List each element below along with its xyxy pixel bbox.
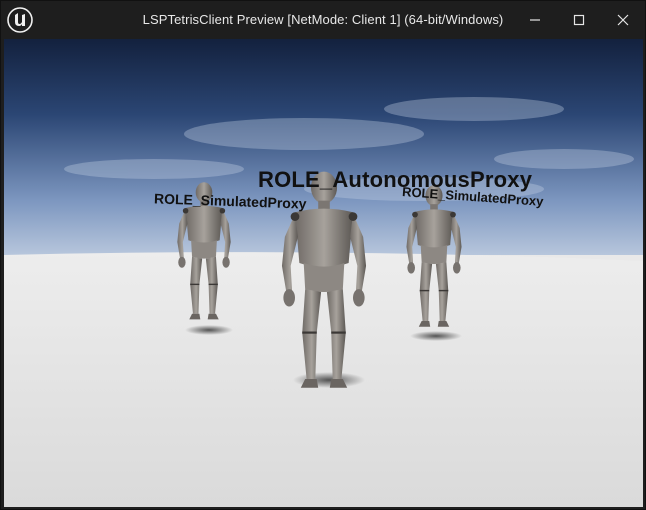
scene <box>4 39 643 507</box>
close-button[interactable] <box>601 1 645 39</box>
shadow-left <box>185 325 233 335</box>
app-window: LSPTetrisClient Preview [NetMode: Client… <box>0 0 646 510</box>
game-viewport[interactable]: ROLE_AutonomousProxy ROLE_SimulatedProxy… <box>4 39 643 507</box>
close-icon <box>617 14 629 26</box>
shadow-right <box>410 331 462 341</box>
minimize-button[interactable] <box>513 1 557 39</box>
maximize-icon <box>573 14 585 26</box>
window-controls <box>513 1 645 39</box>
maximize-button[interactable] <box>557 1 601 39</box>
title-bar[interactable]: LSPTetrisClient Preview [NetMode: Client… <box>1 1 645 39</box>
label-autonomous-proxy: ROLE_AutonomousProxy <box>258 167 533 192</box>
minimize-icon <box>530 19 540 21</box>
